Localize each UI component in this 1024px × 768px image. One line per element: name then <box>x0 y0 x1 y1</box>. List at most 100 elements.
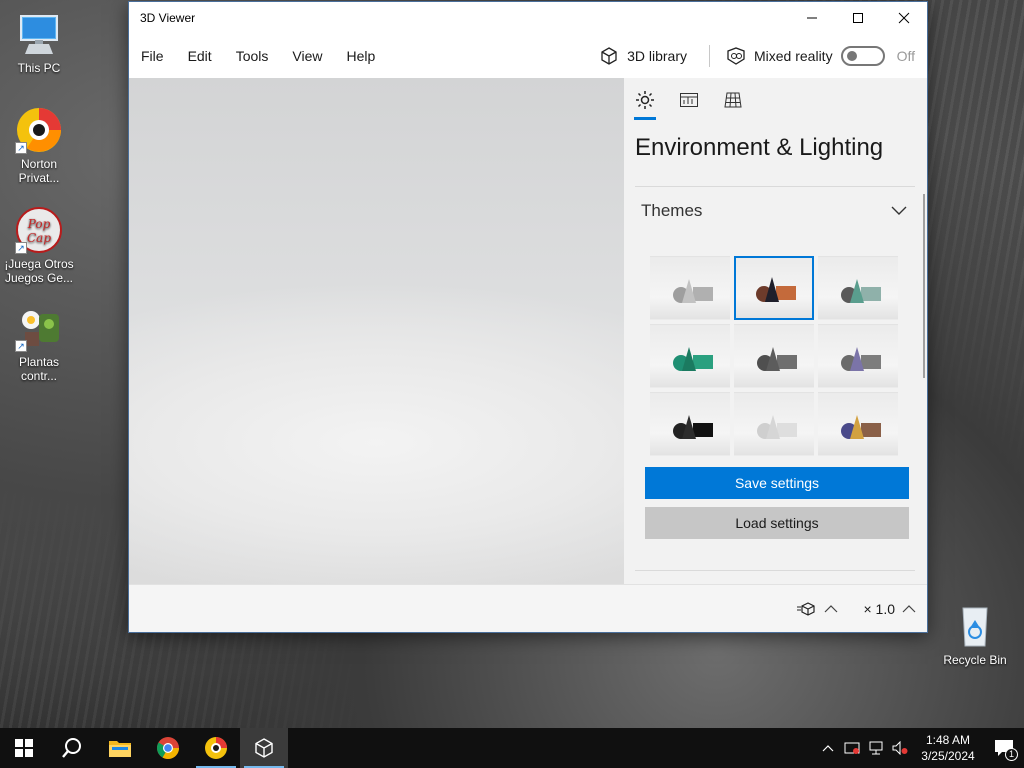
search-button[interactable] <box>48 728 96 768</box>
maximize-icon <box>853 13 863 23</box>
desktop-icon-popcap[interactable]: Pop Cap ↗ ¡Juega Otros Juegos Ge... <box>1 206 77 285</box>
tab-stats-shading[interactable] <box>678 90 700 120</box>
windows-logo-icon <box>15 739 33 757</box>
chevron-up-icon[interactable] <box>901 604 917 614</box>
chrome-icon <box>157 737 179 759</box>
start-button[interactable] <box>0 728 48 768</box>
tab-grid-views[interactable] <box>722 90 744 120</box>
maximize-button[interactable] <box>835 2 881 34</box>
cube-icon <box>601 47 617 65</box>
theme-charcoal-shapes-icon <box>757 347 797 371</box>
mixed-reality-button[interactable]: Mixed reality <box>726 46 833 66</box>
desktop-icon-label: ¡Juega Otros Juegos Ge... <box>4 257 74 285</box>
save-settings-button[interactable]: Save settings <box>645 467 909 499</box>
taskbar-file-explorer[interactable] <box>96 728 144 768</box>
menu-tools[interactable]: Tools <box>236 48 281 64</box>
desktop-icon-label: Norton Privat... <box>18 157 60 185</box>
theme-dark-orange-shapes-icon <box>756 277 796 302</box>
theme-violet-shapes-icon <box>841 347 881 371</box>
theme-tile-selected[interactable] <box>734 256 814 320</box>
clock-time: 1:48 AM <box>925 733 971 747</box>
clock[interactable]: 1:48 AM 3/25/2024 <box>912 732 984 764</box>
desktop-icon-label: Plantas contr... <box>18 355 60 383</box>
app-window-3d-viewer: 3D Viewer File Edit Tools View Help 3D l… <box>128 1 928 633</box>
scale-readout[interactable]: × 1.0 <box>863 601 895 617</box>
menu-help[interactable]: Help <box>346 48 387 64</box>
theme-colorful-shapes-icon <box>841 415 881 439</box>
3d-library-label: 3D library <box>627 48 687 64</box>
notification-count: 1 <box>1005 748 1018 761</box>
network-icon <box>869 741 883 755</box>
chevron-down-icon <box>891 206 907 215</box>
recycle-bin-icon <box>951 602 999 650</box>
desktop-icon-recycle-bin[interactable]: Recycle Bin <box>937 602 1013 667</box>
toggle-state-label: Off <box>896 48 915 64</box>
show-hidden-icons-button[interactable] <box>816 728 840 768</box>
tray-app-button[interactable] <box>840 728 864 768</box>
taskbar-chrome[interactable] <box>144 728 192 768</box>
grid-icon <box>724 92 742 108</box>
theme-black-shapes-icon <box>673 415 713 439</box>
theme-green-shapes-icon <box>673 347 713 371</box>
theme-tile[interactable] <box>818 392 898 456</box>
theme-tile[interactable] <box>734 324 814 388</box>
theme-tile[interactable] <box>734 392 814 456</box>
chevron-up-icon <box>822 745 834 752</box>
theme-gray-shapes-icon <box>673 279 713 303</box>
stats-icon <box>680 93 698 107</box>
desktop-icon-label: This PC <box>17 61 61 75</box>
title-bar[interactable]: 3D Viewer <box>129 2 927 34</box>
taskbar-3d-viewer[interactable] <box>240 728 288 768</box>
system-tray: 1:48 AM 3/25/2024 1 <box>816 728 1024 768</box>
desktop-icon-plants[interactable]: ↗ Plantas contr... <box>1 304 77 383</box>
minimize-icon <box>807 17 817 19</box>
tab-environment-lighting[interactable] <box>634 90 656 120</box>
popcap-icon: Pop Cap ↗ <box>15 206 63 254</box>
3d-library-button[interactable]: 3D library <box>599 46 687 66</box>
norton-browser-icon <box>205 737 227 759</box>
theme-tile[interactable] <box>650 256 730 320</box>
window-title: 3D Viewer <box>140 11 196 25</box>
desktop-icon-this-pc[interactable]: This PC <box>1 10 77 75</box>
svg-text:Pop: Pop <box>27 217 51 231</box>
divider <box>635 570 915 571</box>
themes-section-header[interactable]: Themes <box>624 187 927 235</box>
theme-tile[interactable] <box>818 256 898 320</box>
search-icon <box>62 738 81 758</box>
desktop-icon-norton[interactable]: ↗ Norton Privat... <box>1 106 77 185</box>
shortcut-arrow-icon: ↗ <box>15 242 27 254</box>
theme-light-shapes-icon <box>757 415 797 439</box>
mixed-reality-label: Mixed reality <box>753 48 833 64</box>
taskbar: 1:48 AM 3/25/2024 1 <box>0 728 1024 768</box>
volume-button[interactable] <box>888 728 912 768</box>
network-button[interactable] <box>864 728 888 768</box>
panel-scrollbar[interactable] <box>923 194 925 378</box>
shortcut-arrow-icon: ↗ <box>15 142 27 154</box>
chevron-up-icon[interactable] <box>823 604 839 614</box>
folder-icon <box>109 741 131 757</box>
load-settings-button[interactable]: Load settings <box>645 507 909 539</box>
theme-grid <box>650 256 898 456</box>
shortcut-arrow-icon: ↗ <box>15 340 27 352</box>
volume-muted-icon <box>892 741 908 755</box>
mixed-reality-toggle[interactable] <box>840 46 885 66</box>
taskbar-norton-browser[interactable] <box>192 728 240 768</box>
plants-game-icon: ↗ <box>15 304 63 352</box>
cube-icon <box>255 738 273 758</box>
security-warning-icon <box>844 742 860 754</box>
action-center-button[interactable]: 1 <box>984 728 1024 768</box>
menu-view[interactable]: View <box>292 48 334 64</box>
close-button[interactable] <box>881 2 927 34</box>
menu-file[interactable]: File <box>141 48 176 64</box>
minimize-button[interactable] <box>789 2 835 34</box>
menu-edit[interactable]: Edit <box>188 48 224 64</box>
svg-text:Cap: Cap <box>27 231 51 245</box>
norton-browser-icon: ↗ <box>15 106 63 154</box>
theme-tile[interactable] <box>650 324 730 388</box>
environment-panel: Environment & Lighting Themes Save setti… <box>624 78 927 585</box>
computer-icon <box>15 10 63 58</box>
theme-tile[interactable] <box>650 392 730 456</box>
theme-tile[interactable] <box>818 324 898 388</box>
3d-viewport[interactable] <box>129 78 624 585</box>
close-icon <box>898 12 910 24</box>
